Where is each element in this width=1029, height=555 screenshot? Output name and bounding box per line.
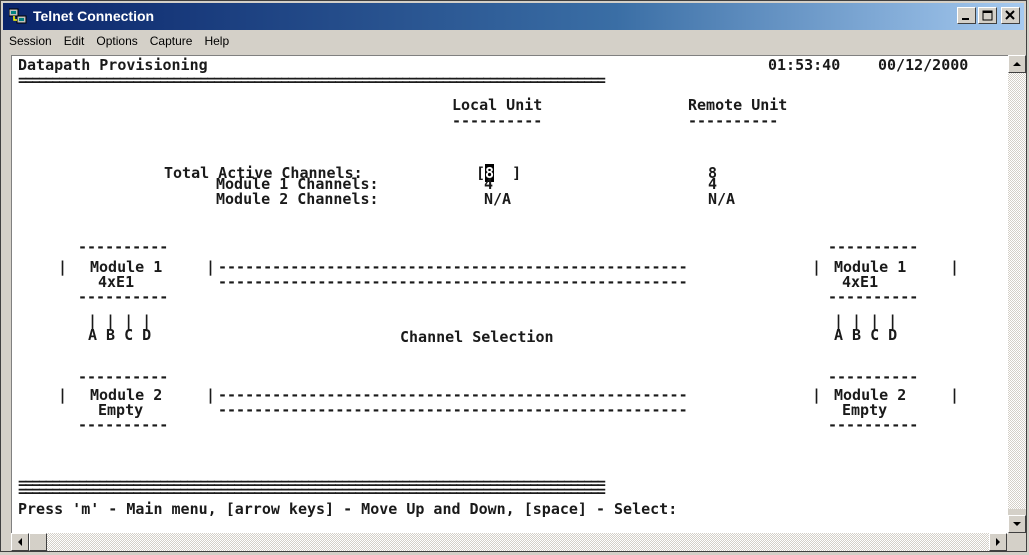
clock-date: 00/12/2000 bbox=[878, 56, 969, 74]
local-channel-letters[interactable]: A B C D bbox=[88, 328, 151, 343]
total-channels-field[interactable]: [8 ] bbox=[476, 164, 521, 182]
local-module2-side-left: | bbox=[58, 386, 68, 404]
window-title: Telnet Connection bbox=[33, 8, 155, 24]
local-module1-border-bottom: ---------- bbox=[78, 288, 169, 306]
local-module2-side-right: | bbox=[206, 386, 216, 404]
maximize-button[interactable] bbox=[978, 7, 997, 24]
remote-module2-side-right: | bbox=[950, 386, 960, 404]
menu-edit[interactable]: Edit bbox=[58, 34, 91, 48]
remote-unit-underline: ---------- bbox=[688, 112, 779, 130]
local-unit-underline: ---------- bbox=[452, 112, 543, 130]
arrow-right-icon bbox=[996, 538, 1000, 546]
footer-rule-2: ========================================… bbox=[18, 482, 606, 500]
menu-options[interactable]: Options bbox=[90, 34, 143, 48]
menu-bar: Session Edit Options Capture Help bbox=[3, 31, 1024, 51]
terminal-screen[interactable]: Datapath Provisioning 01:53:40 00/12/200… bbox=[11, 55, 1008, 534]
remote-module1-border-top: ---------- bbox=[828, 238, 919, 256]
arrow-down-icon bbox=[1013, 522, 1021, 526]
maximize-icon bbox=[982, 10, 993, 21]
module1-link-bottom: ----------------------------------------… bbox=[218, 273, 688, 291]
remote-unit-heading: Remote Unit bbox=[688, 96, 788, 114]
menu-help[interactable]: Help bbox=[198, 34, 235, 48]
module2-channels-local: N/A bbox=[484, 190, 512, 208]
remote-module1-side-right: | bbox=[950, 258, 960, 276]
channel-selection-label: Channel Selection bbox=[400, 328, 554, 346]
header-rule: ========================================… bbox=[18, 71, 606, 89]
remote-module1-border-bottom: ---------- bbox=[828, 288, 919, 306]
vertical-scrollbar[interactable] bbox=[1008, 55, 1026, 533]
close-button[interactable] bbox=[1001, 7, 1020, 24]
footer-help-text: Press 'm' - Main menu, [arrow keys] - Mo… bbox=[18, 500, 678, 518]
scroll-left-button[interactable] bbox=[11, 533, 29, 551]
local-module1-side-right: | bbox=[206, 258, 216, 276]
remote-channel-letters[interactable]: A B C D bbox=[834, 328, 897, 343]
module2-link-bottom: ----------------------------------------… bbox=[218, 401, 688, 419]
module2-channels-remote: N/A bbox=[708, 190, 736, 208]
local-unit-heading: Local Unit bbox=[452, 96, 543, 114]
close-icon bbox=[1005, 10, 1015, 20]
horizontal-scroll-thumb[interactable] bbox=[29, 533, 47, 551]
scroll-up-button[interactable] bbox=[1008, 55, 1026, 73]
minimize-icon bbox=[962, 18, 969, 20]
telnet-window: Telnet Connection Session Edit Options C… bbox=[0, 0, 1027, 552]
local-module2-border-bottom: ---------- bbox=[78, 416, 169, 434]
horizontal-scrollbar[interactable] bbox=[11, 533, 1007, 551]
title-bar[interactable]: Telnet Connection bbox=[3, 3, 1024, 30]
remote-module2-border-bottom: ---------- bbox=[828, 416, 919, 434]
local-module2-border-top: ---------- bbox=[78, 368, 169, 386]
local-module1-side-left: | bbox=[58, 258, 68, 276]
scroll-down-button[interactable] bbox=[1008, 515, 1026, 533]
clock-time: 01:53:40 bbox=[768, 56, 841, 74]
menu-capture[interactable]: Capture bbox=[144, 34, 199, 48]
remote-module2-border-top: ---------- bbox=[828, 368, 919, 386]
arrow-up-icon bbox=[1013, 62, 1021, 66]
telnet-app-icon bbox=[8, 8, 27, 24]
remote-module2-side-left: | bbox=[812, 386, 822, 404]
arrow-left-icon bbox=[18, 538, 22, 546]
local-module1-border-top: ---------- bbox=[78, 238, 169, 256]
scroll-right-button[interactable] bbox=[989, 533, 1007, 551]
module2-channels-label: Module 2 Channels: bbox=[216, 190, 379, 208]
remote-module1-side-left: | bbox=[812, 258, 822, 276]
menu-session[interactable]: Session bbox=[3, 34, 58, 48]
minimize-button[interactable] bbox=[957, 7, 976, 24]
scrollbar-corner bbox=[1008, 533, 1026, 551]
